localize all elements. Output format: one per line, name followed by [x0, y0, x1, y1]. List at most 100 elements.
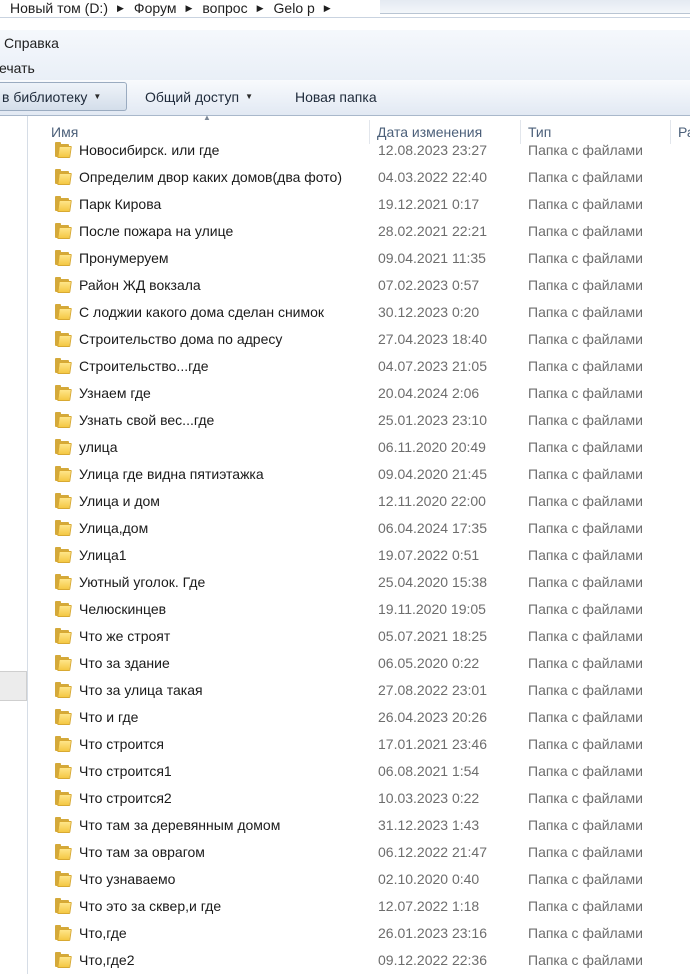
list-item[interactable]: Что за здание 06.05.2020 0:22 Папка с файл… — [29, 651, 690, 678]
list-item[interactable]: Что,где 26.01.2023 23:16 Папка с файлами — [29, 921, 690, 948]
file-type: Папка с файлами — [528, 628, 643, 644]
file-date: 17.01.2021 23:46 — [378, 736, 487, 752]
file-name: Что это за сквер,и где — [79, 898, 222, 914]
search-box[interactable] — [380, 0, 690, 14]
folder-icon — [54, 385, 72, 401]
file-date: 26.01.2023 23:16 — [378, 925, 487, 941]
new-folder-label: Новая папка — [295, 88, 377, 105]
list-item[interactable]: После пожара на улице 28.02.2021 22:21 Пап… — [29, 219, 690, 246]
file-type: Папка с файлами — [528, 493, 643, 509]
chevron-right-icon[interactable]: ▶ — [324, 3, 331, 14]
file-date: 25.04.2020 15:38 — [378, 574, 487, 590]
chevron-right-icon[interactable]: ▶ — [185, 3, 192, 14]
column-header-name[interactable]: Имя — [51, 124, 78, 140]
breadcrumb-forum[interactable]: Форум — [134, 0, 177, 16]
list-item[interactable]: Что же строят 05.07.2021 18:25 Папка с фай… — [29, 624, 690, 651]
file-name: Парк Кирова — [79, 196, 162, 212]
share-label: Общий доступ — [145, 88, 240, 105]
chevron-right-icon[interactable]: ▶ — [117, 3, 124, 14]
list-item[interactable]: С лоджии какого дома сделан снимок 30.12.… — [29, 300, 690, 327]
file-date: 28.02.2021 22:21 — [378, 223, 487, 239]
list-item[interactable]: Парк Кирова 19.12.2021 0:17 Папка с файлам… — [29, 192, 690, 219]
list-item[interactable]: Строительство...где 04.07.2023 21:05 Папка… — [29, 354, 690, 381]
file-date: 06.12.2022 21:47 — [378, 844, 487, 860]
list-item[interactable]: Уютный уголок. Где 25.04.2020 15:38 Папка … — [29, 570, 690, 597]
breadcrumb-drive[interactable]: Новый том (D:) — [10, 0, 108, 16]
file-date: 05.07.2021 18:25 — [378, 628, 487, 644]
column-header-date[interactable]: Дата изменения — [377, 124, 482, 140]
list-item[interactable]: Строительство дома по адресу 27.04.2023 1… — [29, 327, 690, 354]
file-name: Челюскинцев — [79, 601, 167, 617]
list-item[interactable]: улица 06.11.2020 20:49 Папка с файлами — [29, 435, 690, 462]
file-date: 06.11.2020 20:49 — [378, 439, 486, 455]
list-item[interactable]: Что это за сквер,и где 12.07.2022 1:18 Пап… — [29, 894, 690, 921]
file-name: Что,где — [79, 925, 127, 941]
file-date: 19.11.2020 19:05 — [378, 601, 486, 617]
file-date: 12.07.2022 1:18 — [378, 898, 480, 914]
file-type: Папка с файлами — [528, 763, 643, 779]
file-type: Папка с файлами — [528, 736, 643, 752]
file-type: Папка с файлами — [528, 601, 643, 617]
list-item[interactable]: Что там за оврагом 06.12.2022 21:47 Папка … — [29, 840, 690, 867]
list-item[interactable]: Узнаем где 20.04.2024 2:06 Папка с файлами — [29, 381, 690, 408]
list-item[interactable]: Район ЖД вокзала 07.02.2023 0:57 Папка с ф… — [29, 273, 690, 300]
list-item[interactable]: Улица1 19.07.2022 0:51 Папка с файлами — [29, 543, 690, 570]
add-to-library-button[interactable]: в библиотеку ▼ — [0, 82, 127, 111]
file-name: Что там за деревянным домом — [79, 817, 281, 833]
list-item[interactable]: Новосибирск. или где 12.08.2023 23:27 Папк… — [29, 140, 690, 165]
breadcrumb-current[interactable]: Gelo p — [274, 0, 315, 16]
file-date: 06.04.2024 17:35 — [378, 520, 487, 536]
file-date: 06.05.2020 0:22 — [378, 655, 480, 671]
list-item[interactable]: Что и где 26.04.2023 20:26 Папка с файлами — [29, 705, 690, 732]
list-item[interactable]: Что за улица такая 27.08.2022 23:01 Папка … — [29, 678, 690, 705]
list-item[interactable]: Улица,дом 06.04.2024 17:35 Папка с файлами — [29, 516, 690, 543]
folder-icon — [54, 871, 72, 887]
file-date: 12.08.2023 23:27 — [378, 142, 487, 158]
chevron-down-icon: ▼ — [245, 92, 253, 101]
file-type: Папка с файлами — [528, 817, 643, 833]
folder-icon — [54, 655, 72, 671]
file-date: 26.04.2023 20:26 — [378, 709, 487, 725]
file-type: Папка с файлами — [528, 682, 643, 698]
list-item[interactable]: Что там за деревянным домом 31.12.2023 1:… — [29, 813, 690, 840]
new-folder-button[interactable]: Новая папка — [287, 82, 385, 111]
list-item[interactable]: Улица где видна пятиэтажка 09.04.2020 21:… — [29, 462, 690, 489]
menu-help[interactable]: Справка — [4, 35, 59, 51]
file-date: 19.12.2021 0:17 — [378, 196, 480, 212]
folder-icon — [54, 223, 72, 239]
list-item[interactable]: Улица и дом 12.11.2020 22:00 Папка с файла… — [29, 489, 690, 516]
list-item[interactable]: Челюскинцев 19.11.2020 19:05 Папка с файла… — [29, 597, 690, 624]
file-type: Папка с файлами — [528, 412, 643, 428]
breadcrumb: Новый том (D:) ▶ Форум ▶ вопрос ▶ Gelo p… — [10, 0, 341, 17]
list-item[interactable]: Что строится 17.01.2021 23:46 Папка с файл… — [29, 732, 690, 759]
file-type: Папка с файлами — [528, 547, 643, 563]
list-item[interactable]: Что,где2 09.12.2022 22:36 Папка с файлами — [29, 948, 690, 974]
folder-icon — [54, 466, 72, 482]
add-to-library-label: в библиотеку — [2, 88, 88, 105]
file-name: Улица где видна пятиэтажка — [79, 466, 264, 482]
file-date: 04.07.2023 21:05 — [378, 358, 487, 374]
list-item[interactable]: Что строится2 10.03.2023 0:22 Папка с файл… — [29, 786, 690, 813]
file-date: 27.08.2022 23:01 — [378, 682, 487, 698]
folder-icon — [54, 196, 72, 212]
navigation-selected-item[interactable] — [0, 671, 27, 701]
folder-icon — [54, 331, 72, 347]
chevron-right-icon[interactable]: ▶ — [257, 3, 264, 14]
list-item[interactable]: Пронумеруем 09.04.2021 11:35 Папка с файла… — [29, 246, 690, 273]
column-header-type[interactable]: Тип — [528, 124, 551, 140]
column-header-size[interactable]: Ра — [678, 124, 690, 140]
file-date: 09.04.2021 11:35 — [378, 250, 486, 266]
navigation-pane[interactable] — [0, 116, 28, 974]
menu-print[interactable]: ечать — [0, 60, 35, 76]
file-name: Улица1 — [79, 547, 127, 563]
list-item[interactable]: Что узнаваемо 02.10.2020 0:40 Папка с файл… — [29, 867, 690, 894]
share-button[interactable]: Общий доступ ▼ — [137, 82, 261, 111]
file-list[interactable]: Новосибирск. или где 12.08.2023 23:27 Папк… — [29, 140, 690, 974]
list-item[interactable]: Что строится1 06.08.2021 1:54 Папка с файл… — [29, 759, 690, 786]
breadcrumb-question[interactable]: вопрос — [202, 0, 247, 16]
folder-icon — [54, 844, 72, 860]
list-item[interactable]: Узнать свой вес...где 25.01.2023 23:10 Пап… — [29, 408, 690, 435]
file-date: 20.04.2024 2:06 — [378, 385, 480, 401]
file-type: Папка с файлами — [528, 925, 643, 941]
list-item[interactable]: Определим двор каких домов(два фото) 04.0… — [29, 165, 690, 192]
